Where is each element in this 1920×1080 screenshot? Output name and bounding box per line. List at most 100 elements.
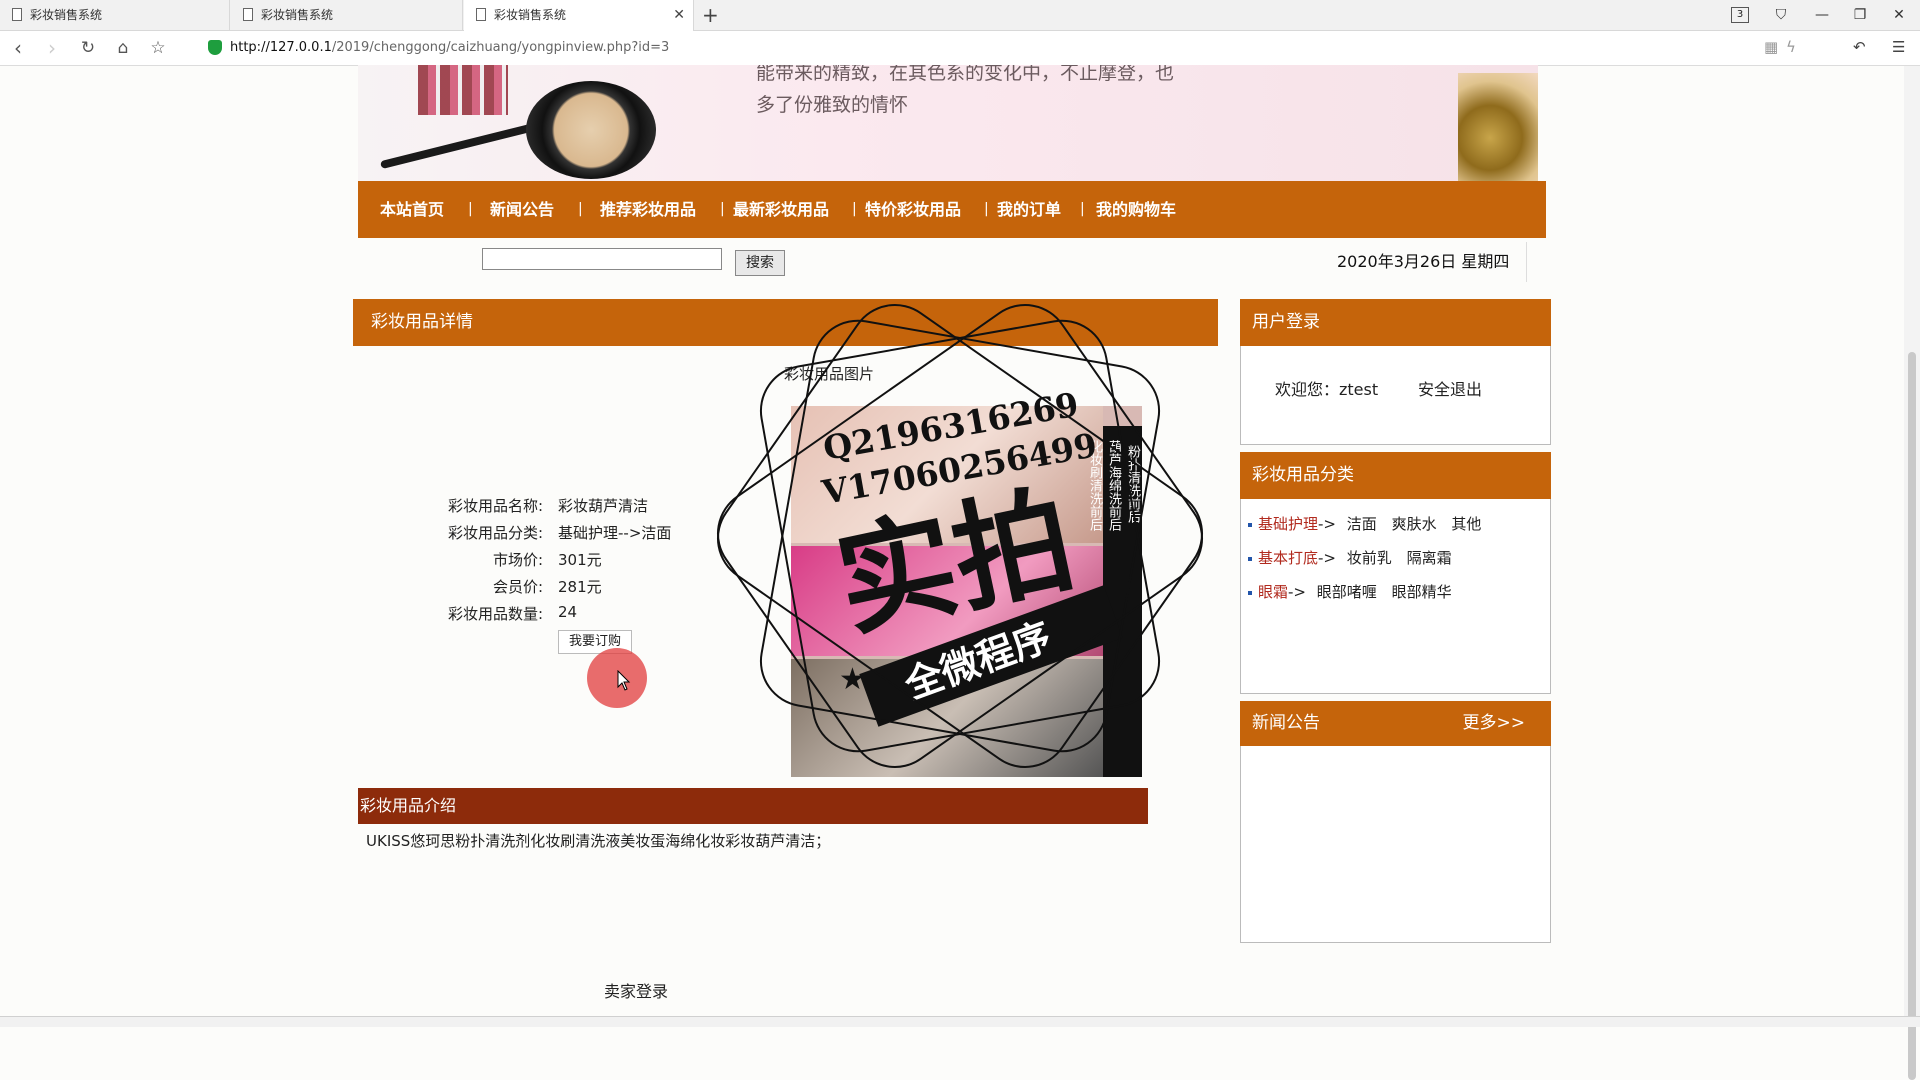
- category-row: 眼霜-> 眼部啫喱 眼部精华: [1248, 581, 1452, 602]
- lightning-icon[interactable]: ϟ: [1786, 38, 1796, 56]
- bullet-icon: [1248, 590, 1252, 595]
- search-input[interactable]: [482, 248, 722, 270]
- watermark-frame: [716, 304, 1204, 768]
- close-window-icon[interactable]: ✕: [1880, 0, 1918, 30]
- news-heading: 新闻公告 更多>>: [1240, 701, 1551, 746]
- browser-tab-title: 彩妆销售系统: [494, 8, 567, 22]
- new-tab-icon[interactable]: +: [702, 3, 719, 27]
- bullet-icon: [1248, 556, 1252, 561]
- intro-text: UKISS悠珂思粉扑清洗剂化妆刷清洗液美妆蛋海绵化妆彩妆葫芦清洁；: [366, 832, 831, 850]
- tab-count-badge[interactable]: 3: [1731, 7, 1749, 23]
- page-icon: [243, 8, 253, 21]
- value-product-name: 彩妆葫芦清洁: [558, 497, 649, 515]
- url-path: /2019/chenggong/caizhuang/yongpinview.ph…: [331, 40, 670, 55]
- banner-text-line-1: 能带来的精致，在其色系的变化中，不止摩登，也: [756, 65, 1175, 84]
- label-category: 彩妆用品分类:: [447, 524, 543, 542]
- value-market-price: 301元: [558, 551, 602, 569]
- forward-icon[interactable]: ›: [40, 36, 64, 60]
- scrollbar-thumb[interactable]: [1908, 352, 1916, 1080]
- category-main-link[interactable]: 眼霜: [1258, 583, 1288, 601]
- category-sub-link[interactable]: 隔离霜: [1407, 549, 1452, 567]
- address-bar[interactable]: http://127.0.0.1/2019/chenggong/caizhuan…: [230, 31, 669, 65]
- watermark-frame: [759, 319, 1161, 753]
- category-arrow: ->: [1318, 549, 1336, 567]
- category-sub-link[interactable]: 眼部精华: [1392, 583, 1452, 601]
- logout-link[interactable]: 安全退出: [1418, 376, 1482, 400]
- bullet-icon: [1248, 522, 1252, 527]
- menu-separator: |: [578, 201, 583, 217]
- qr-icon[interactable]: ▦: [1764, 38, 1778, 56]
- banner-text: 能带来的精致，在其色系的变化中，不止摩登，也 多了份雅致的情怀: [756, 65, 1256, 121]
- reload-icon[interactable]: ↻: [76, 36, 100, 60]
- page-icon: [12, 8, 22, 21]
- menu-separator: |: [852, 201, 857, 217]
- category-sub-link[interactable]: 妆前乳: [1347, 549, 1392, 567]
- browser-tab-3[interactable]: 彩妆销售系统 ✕: [464, 0, 694, 31]
- undo-icon[interactable]: ↶: [1853, 38, 1866, 56]
- earring-image: [1458, 73, 1538, 181]
- bookmark-star-icon[interactable]: ☆: [146, 36, 170, 60]
- powder-compact-image: [526, 81, 656, 179]
- browser-tab-bar: 彩妆销售系统 彩妆销售系统 彩妆销售系统 ✕ + 3 ⛉ — ❐ ✕: [0, 0, 1920, 31]
- url-host: http://127.0.0.1: [230, 40, 332, 55]
- value-member-price: 281元: [558, 578, 602, 596]
- page-icon: [476, 8, 486, 21]
- category-sub-link[interactable]: 其他: [1451, 515, 1481, 533]
- page-scrollbar[interactable]: [1904, 66, 1920, 1080]
- category-main-link[interactable]: 基本打底: [1258, 549, 1318, 567]
- browser-tab-1[interactable]: 彩妆销售系统: [0, 0, 230, 30]
- category-sub-link[interactable]: 爽肤水: [1392, 515, 1437, 533]
- home-icon[interactable]: ⌂: [111, 36, 135, 60]
- welcome-text: 欢迎您：ztest: [1275, 380, 1379, 399]
- menu-item-home[interactable]: 本站首页: [380, 181, 444, 238]
- search-button[interactable]: 搜索: [735, 250, 785, 276]
- value-quantity: 24: [558, 603, 578, 621]
- status-bar: [0, 1016, 1920, 1027]
- category-arrow: ->: [1318, 515, 1336, 533]
- category-sub-link[interactable]: 洁面: [1347, 515, 1377, 533]
- menu-item-cart[interactable]: 我的购物车: [1096, 181, 1176, 238]
- close-tab-icon[interactable]: ✕: [673, 0, 685, 30]
- banner-text-line-2: 多了份雅致的情怀: [756, 94, 909, 116]
- menu-item-special[interactable]: 特价彩妆用品: [865, 181, 961, 238]
- browser-tab-title: 彩妆销售系统: [261, 8, 334, 22]
- news-more-link[interactable]: 更多>>: [1463, 701, 1526, 746]
- category-main-link[interactable]: 基础护理: [1258, 515, 1318, 533]
- label-market-price: 市场价:: [492, 551, 543, 569]
- watermark-frame: [759, 319, 1161, 753]
- menu-item-recommended[interactable]: 推荐彩妆用品: [600, 181, 696, 238]
- menu-separator: |: [1080, 201, 1085, 217]
- intro-heading: 彩妆用品介绍: [358, 788, 1148, 824]
- seller-login-link[interactable]: 卖家登录: [604, 978, 668, 1002]
- menu-icon[interactable]: ☰: [1892, 38, 1905, 56]
- current-date: 2020年3月26日 星期四: [1337, 252, 1510, 271]
- menu-item-news[interactable]: 新闻公告: [490, 181, 554, 238]
- category-sub-link[interactable]: 眼部啫喱: [1317, 583, 1377, 601]
- mouse-cursor-icon: [617, 670, 631, 691]
- menu-separator: |: [468, 201, 473, 217]
- minimize-icon[interactable]: —: [1803, 0, 1841, 30]
- menu-separator: |: [720, 201, 725, 217]
- watermark-overlay: Q2196316269 V17060256499: [716, 304, 1204, 768]
- value-category: 基础护理-->洁面: [558, 524, 672, 542]
- address-toolbar: ‹ › ↻ ⌂ ☆ http://127.0.0.1/2019/chenggon…: [0, 31, 1920, 66]
- main-menu: 本站首页 | 新闻公告 | 推荐彩妆用品 | 最新彩妆用品 | 特价彩妆用品 |…: [358, 181, 1546, 238]
- header-banner: 能带来的精致，在其色系的变化中，不止摩登，也 多了份雅致的情怀: [358, 65, 1538, 181]
- security-shield-icon: [208, 40, 222, 55]
- divider: [1526, 242, 1527, 282]
- watermark-frame: [716, 304, 1204, 768]
- category-arrow: ->: [1288, 583, 1306, 601]
- label-product-name: 彩妆用品名称:: [447, 497, 543, 515]
- restore-icon[interactable]: ❐: [1841, 0, 1879, 30]
- menu-item-orders[interactable]: 我的订单: [997, 181, 1061, 238]
- menu-item-newest[interactable]: 最新彩妆用品: [733, 181, 829, 238]
- label-quantity: 彩妆用品数量:: [447, 605, 543, 623]
- category-row: 基础护理-> 洁面 爽肤水 其他: [1248, 513, 1481, 534]
- browser-tab-title: 彩妆销售系统: [30, 8, 103, 22]
- menu-separator: |: [984, 201, 989, 217]
- browser-tab-2[interactable]: 彩妆销售系统: [231, 0, 463, 30]
- back-icon[interactable]: ‹: [6, 36, 30, 60]
- news-heading-text: 新闻公告: [1252, 713, 1320, 733]
- category-row: 基本打底-> 妆前乳 隔离霜: [1248, 547, 1452, 568]
- shirt-icon[interactable]: ⛉: [1762, 0, 1800, 30]
